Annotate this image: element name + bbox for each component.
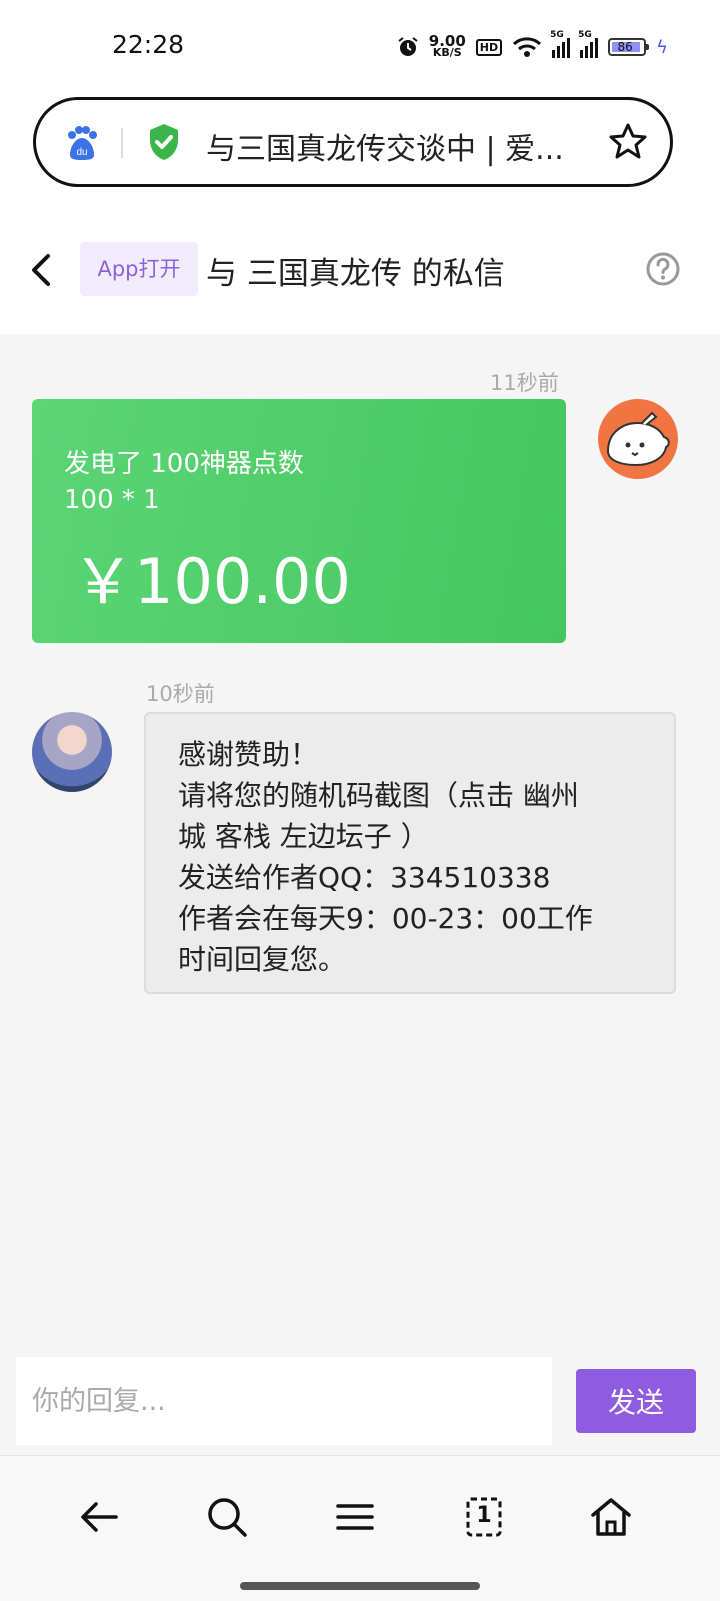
svg-text:du: du bbox=[76, 147, 87, 158]
signal-icon: 5G bbox=[550, 30, 571, 58]
avatar[interactable] bbox=[598, 399, 678, 479]
signal-icon: 5G bbox=[578, 30, 599, 58]
star-icon[interactable] bbox=[608, 122, 648, 162]
gesture-bar[interactable] bbox=[240, 1582, 480, 1590]
reply-composer: 发送 bbox=[0, 1337, 720, 1455]
message-line: 时间回复您。 bbox=[178, 943, 347, 976]
message-timestamp: 11秒前 bbox=[490, 371, 559, 395]
donation-amount: ￥100.00 bbox=[72, 545, 351, 618]
avatar[interactable] bbox=[32, 712, 112, 792]
divider bbox=[121, 128, 123, 158]
donation-quantity: 100 * 1 bbox=[64, 485, 160, 515]
wifi-icon bbox=[513, 37, 542, 57]
status-bar: 22:28 9.00 KB/S HD 5G 5G 86 ϟ bbox=[0, 0, 720, 90]
message-line: 发送给作者QQ：334510338 bbox=[178, 861, 551, 894]
tabs-button[interactable]: 1 bbox=[461, 1494, 507, 1540]
search-icon[interactable] bbox=[204, 1494, 250, 1540]
donation-card[interactable]: 发电了 100神器点数 100 * 1 ￥100.00 bbox=[32, 399, 566, 643]
alarm-icon bbox=[398, 37, 418, 56]
menu-icon[interactable] bbox=[332, 1494, 378, 1540]
status-time: 22:28 bbox=[112, 30, 185, 59]
send-button[interactable]: 发送 bbox=[576, 1369, 696, 1433]
donation-description: 发电了 100神器点数 bbox=[64, 449, 304, 479]
baidu-logo[interactable]: du bbox=[64, 125, 100, 161]
message-line: 请将您的随机码截图（点击 幽州 bbox=[178, 779, 579, 812]
net-speed: 9.00 KB/S bbox=[428, 32, 466, 59]
message-line: 作者会在每天9：00-23：00工作 bbox=[178, 902, 593, 935]
chat-area[interactable]: 11秒前 发电了 100神器点数 100 * 1 ￥100.00 10秒前 感谢… bbox=[0, 334, 720, 1454]
home-icon[interactable] bbox=[588, 1494, 634, 1540]
charging-icon: ϟ bbox=[656, 36, 668, 58]
hd-icon: HD bbox=[475, 38, 503, 56]
tabs-count: 1 bbox=[476, 1503, 492, 1528]
page-title: 与 三国真龙传 的私信 bbox=[206, 256, 505, 292]
user-avatar-icon bbox=[606, 411, 670, 467]
battery-icon: 86 bbox=[608, 38, 650, 56]
shield-check-icon[interactable] bbox=[146, 122, 182, 162]
message-line: 城 客栈 左边坛子 ） bbox=[178, 820, 429, 853]
message-bubble[interactable]: 感谢赞助！ 请将您的随机码截图（点击 幽州 城 客栈 左边坛子 ） 发送给作者Q… bbox=[144, 712, 676, 994]
back-arrow-icon[interactable] bbox=[76, 1494, 122, 1540]
app-open-button[interactable]: App打开 bbox=[80, 242, 198, 296]
help-icon[interactable] bbox=[646, 252, 680, 286]
address-bar[interactable]: du 与三国真龙传交谈中 | 爱... bbox=[33, 97, 673, 187]
back-icon[interactable] bbox=[28, 250, 52, 290]
chat-header: App打开 与 三国真龙传 的私信 bbox=[0, 208, 720, 334]
status-icons: 9.00 KB/S HD 5G 5G 86 ϟ bbox=[397, 30, 668, 62]
reply-input[interactable] bbox=[16, 1357, 552, 1445]
bottom-nav: 1 bbox=[0, 1455, 720, 1601]
message-line: 感谢赞助！ bbox=[178, 738, 319, 771]
address-title[interactable]: 与三国真龙传交谈中 | 爱... bbox=[206, 124, 576, 168]
message-timestamp: 10秒前 bbox=[146, 682, 215, 706]
